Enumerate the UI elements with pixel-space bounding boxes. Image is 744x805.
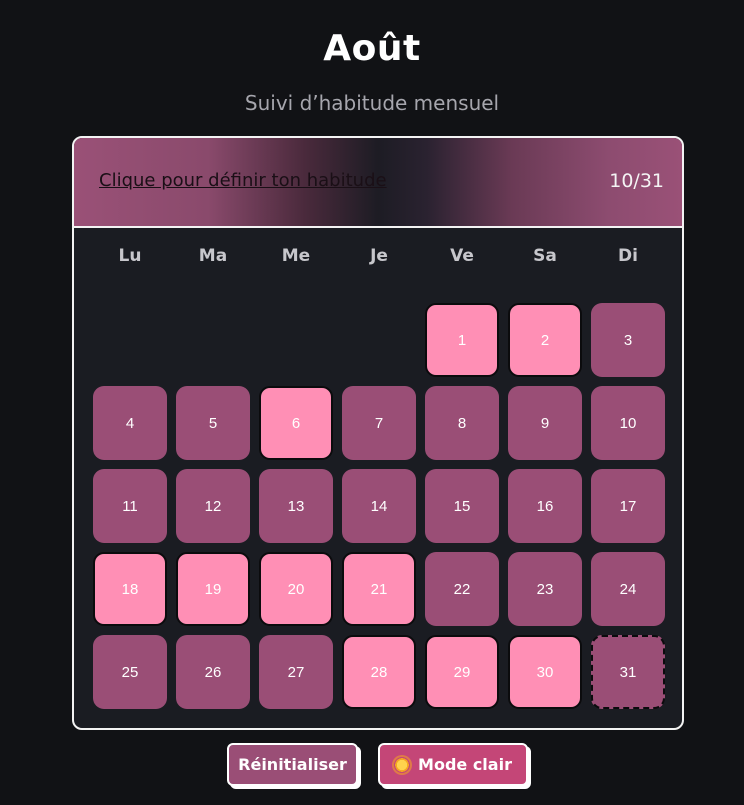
- calendar-day-2[interactable]: 2: [508, 303, 582, 377]
- calendar-day-15[interactable]: 15: [425, 469, 499, 543]
- calendar-day-10[interactable]: 10: [591, 386, 665, 460]
- calendar-day-7[interactable]: 7: [342, 386, 416, 460]
- calendar-day-23[interactable]: 23: [508, 552, 582, 626]
- calendar-grid: 1 2 3 4 5 6 7 8 9 10 11 12 13 14 15 16 17 18 19 20 21 22 23 24 2…: [74, 138, 682, 728]
- calendar-day-29[interactable]: 29: [425, 635, 499, 709]
- calendar-day-20[interactable]: 20: [259, 552, 333, 626]
- calendar-day-21[interactable]: 21: [342, 552, 416, 626]
- light-mode-button[interactable]: Mode clair: [378, 743, 528, 786]
- calendar-day-8[interactable]: 8: [425, 386, 499, 460]
- habit-calendar-card: Clique pour définir ton habitude 10/31 L…: [72, 136, 684, 730]
- calendar-day-6[interactable]: 6: [259, 386, 333, 460]
- calendar-day-30[interactable]: 30: [508, 635, 582, 709]
- calendar-day-1[interactable]: 1: [425, 303, 499, 377]
- page-subtitle: Suivi d’habitude mensuel: [244, 91, 500, 115]
- calendar-day-3[interactable]: 3: [591, 303, 665, 377]
- calendar-day-24[interactable]: 24: [591, 552, 665, 626]
- calendar-day-5[interactable]: 5: [176, 386, 250, 460]
- page-title: Août: [323, 28, 421, 69]
- calendar-day-4[interactable]: 4: [93, 386, 167, 460]
- calendar-day-11[interactable]: 11: [93, 469, 167, 543]
- calendar-day-27[interactable]: 27: [259, 635, 333, 709]
- calendar-day-16[interactable]: 16: [508, 469, 582, 543]
- calendar-day-13[interactable]: 13: [259, 469, 333, 543]
- reset-button[interactable]: Réinitialiser: [227, 743, 358, 786]
- calendar-day-9[interactable]: 9: [508, 386, 582, 460]
- calendar-day-22[interactable]: 22: [425, 552, 499, 626]
- calendar-day-14[interactable]: 14: [342, 469, 416, 543]
- calendar-day-17[interactable]: 17: [591, 469, 665, 543]
- calendar-day-25[interactable]: 25: [93, 635, 167, 709]
- calendar-day-19[interactable]: 19: [176, 552, 250, 626]
- calendar-day-28[interactable]: 28: [342, 635, 416, 709]
- sun-icon: [394, 756, 411, 773]
- calendar-day-12[interactable]: 12: [176, 469, 250, 543]
- calendar-day-18[interactable]: 18: [93, 552, 167, 626]
- calendar-day-31[interactable]: 31: [591, 635, 665, 709]
- reset-button-label: Réinitialiser: [238, 755, 347, 774]
- light-mode-button-label: Mode clair: [418, 755, 512, 774]
- calendar-day-26[interactable]: 26: [176, 635, 250, 709]
